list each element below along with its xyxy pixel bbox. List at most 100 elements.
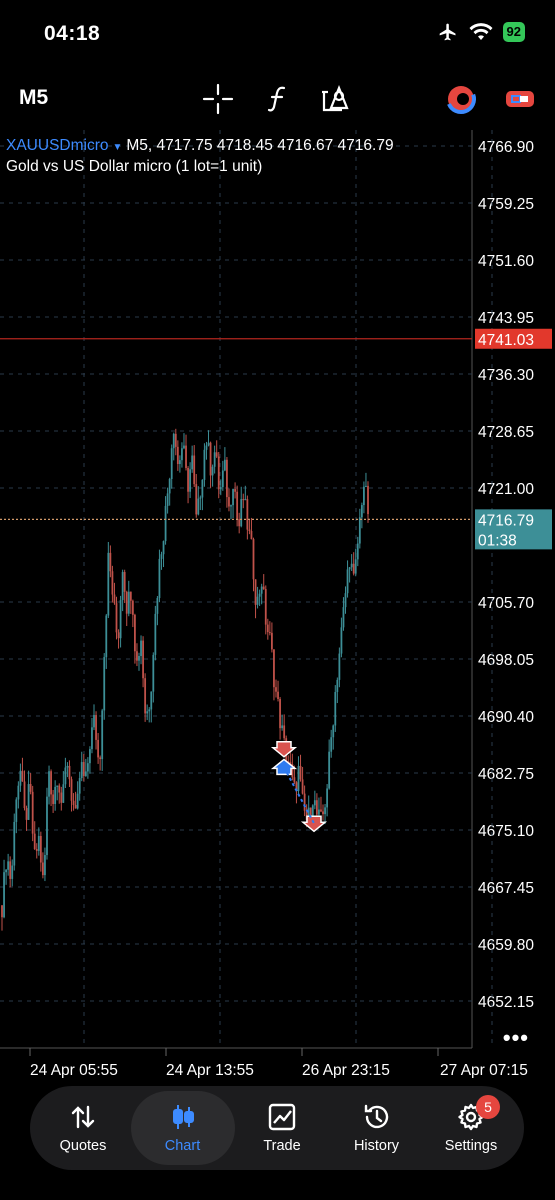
price-axis-label: 4751.60	[478, 253, 534, 270]
candle-body	[50, 771, 52, 795]
nav-trade-label: Trade	[263, 1138, 301, 1154]
candle-body	[313, 800, 316, 806]
candle-body	[358, 517, 361, 544]
candle-body	[125, 591, 128, 614]
candle-body	[89, 749, 91, 764]
candle-body	[367, 485, 369, 515]
status-time: 04:18	[44, 22, 101, 45]
candle-body	[31, 791, 34, 834]
price-axis-label: 4652.15	[478, 994, 534, 1011]
candle-body	[33, 833, 36, 849]
candle-body	[107, 552, 110, 616]
candle-body	[279, 698, 281, 729]
candle-body	[70, 779, 73, 801]
candle-body	[273, 649, 275, 688]
signals-icon[interactable]	[444, 82, 478, 116]
candle-body	[168, 479, 171, 494]
candle-body	[365, 485, 367, 487]
candle-body	[277, 691, 279, 699]
nav-trade[interactable]: Trade	[235, 1091, 329, 1165]
candle-body	[166, 493, 169, 506]
candle-body	[41, 862, 44, 876]
candle-body	[332, 725, 335, 738]
candle-body	[195, 484, 198, 515]
quotes-arrows-icon	[71, 1105, 95, 1129]
candle-body	[246, 499, 249, 530]
candle-body	[109, 552, 112, 572]
candle-body	[363, 486, 365, 506]
candle-body	[248, 529, 251, 531]
candle-body	[174, 433, 177, 447]
current-price-label: 4716.79	[478, 512, 534, 529]
symbol-name[interactable]: XAUUSDmicro	[6, 137, 108, 154]
nav-history[interactable]: History	[330, 1091, 424, 1165]
candle-body	[119, 600, 122, 639]
candle-body	[64, 767, 67, 785]
candle-body	[201, 479, 204, 498]
candle-body	[164, 505, 167, 542]
time-axis-label: 27 Apr 07:15	[440, 1062, 528, 1078]
candle-body	[80, 762, 83, 779]
candle-body	[242, 499, 245, 501]
candle-body	[336, 679, 339, 693]
candle-body	[360, 505, 363, 518]
crosshair-icon[interactable]	[201, 82, 235, 116]
nav-settings-label: Settings	[444, 1138, 498, 1154]
candle-body	[39, 836, 42, 863]
price-axis-label: 4736.30	[478, 367, 534, 384]
candle-body	[78, 778, 81, 794]
candle-body	[324, 807, 326, 815]
candle-body	[328, 751, 331, 789]
price-axis-label: 4705.70	[478, 595, 534, 612]
candle-body	[5, 869, 7, 873]
candle-body	[54, 786, 57, 804]
candle-body	[86, 763, 89, 772]
candle-body	[350, 563, 353, 568]
nav-chart[interactable]: Chart	[130, 1091, 235, 1165]
candle-body	[250, 530, 253, 540]
candle-body	[283, 725, 286, 739]
candle-body	[56, 785, 59, 787]
candle-body	[213, 452, 216, 467]
nav-quotes-label: Quotes	[59, 1138, 107, 1154]
candle-body	[268, 632, 271, 634]
candlestick-chart[interactable]: 4766.90 4759.25 4751.60 4743.95 4736.30 4728.…	[0, 130, 555, 1078]
candle-body	[303, 793, 306, 811]
candle-body	[330, 737, 333, 752]
candle-body	[244, 499, 247, 501]
objects-icon[interactable]	[320, 82, 354, 116]
indicators-icon[interactable]	[262, 82, 296, 116]
candle-body	[238, 519, 241, 527]
candle-body	[176, 446, 179, 465]
history-clock-icon	[364, 1104, 388, 1129]
more-options-icon[interactable]: •••	[503, 1025, 529, 1051]
chart-symbol-info: XAUUSDmicro ▼ M5, 4717.75 4718.45 4716.67 …	[6, 137, 394, 155]
price-chart[interactable]: 4766.90 4759.25 4751.60 4743.95 4736.30 4728.…	[0, 130, 555, 1078]
price-axis-label: 4667.45	[478, 880, 534, 897]
candle-body	[260, 586, 263, 594]
bar-countdown-label: 01:38	[478, 532, 517, 549]
candle-body	[221, 470, 224, 488]
candle-body	[240, 499, 243, 527]
candle-body	[207, 442, 210, 446]
price-axis-label: 4682.75	[478, 766, 534, 783]
candle-body	[187, 467, 189, 492]
candle-body	[150, 691, 153, 710]
candle-body	[121, 572, 124, 601]
candle-body	[21, 770, 24, 782]
candle-body	[352, 563, 355, 574]
nav-quotes[interactable]: Quotes	[36, 1091, 130, 1165]
candles-icon	[172, 1105, 194, 1129]
battery-indicator: 92	[502, 22, 525, 42]
candle-body	[309, 807, 312, 816]
symbol-dropdown-icon[interactable]: ▼	[112, 142, 122, 153]
candle-body	[134, 614, 136, 652]
candle-body	[58, 785, 61, 793]
candle-body	[25, 808, 28, 820]
nav-settings[interactable]: Settings 5	[424, 1091, 518, 1165]
timeframe-selector[interactable]: M5	[19, 86, 48, 110]
one-click-trading-icon[interactable]	[503, 82, 537, 116]
candle-body	[91, 727, 93, 750]
candle-body	[297, 765, 300, 792]
candle-body	[320, 809, 322, 812]
